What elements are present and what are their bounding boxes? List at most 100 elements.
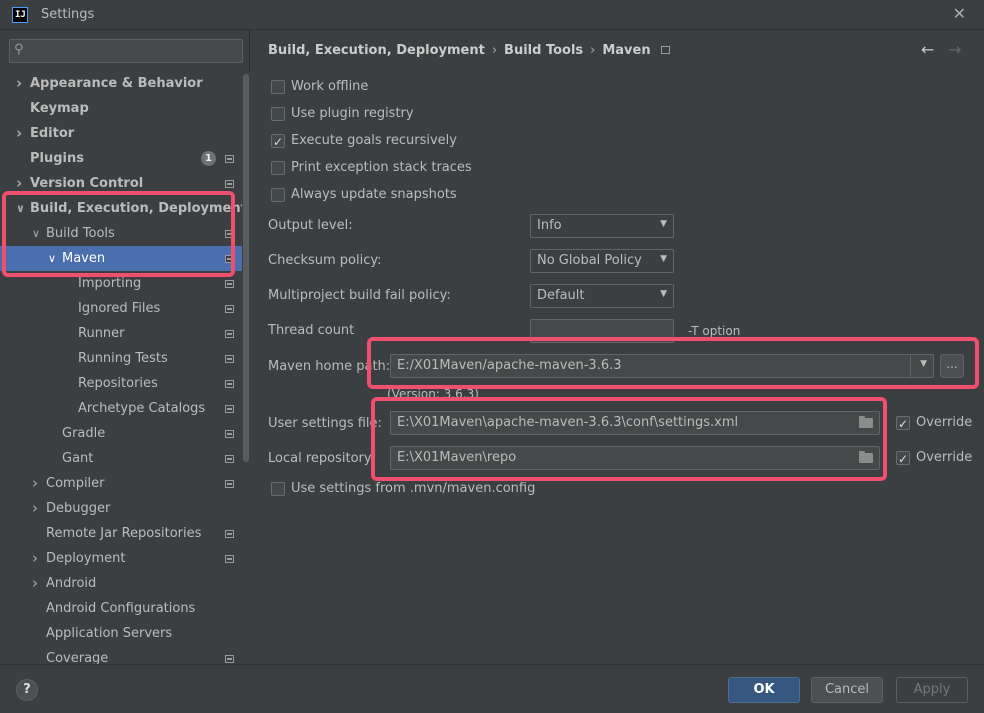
sidebar-item-label: Compiler — [46, 476, 105, 491]
breadcrumb-item: Build Tools — [504, 43, 584, 58]
sidebar-item-label: Gradle — [62, 426, 106, 441]
maven-home-path-dropdown[interactable]: E:/X01Maven/apache-maven-3.6.3 ▼ — [390, 354, 934, 378]
sidebar-item-editor[interactable]: › Editor — [0, 121, 242, 146]
use-mvn-config-checkbox[interactable] — [271, 482, 285, 496]
maven-home-browse-button[interactable]: ... — [940, 354, 964, 378]
sidebar-item-running-tests[interactable]: Running Tests — [0, 346, 242, 371]
thread-count-input[interactable] — [530, 319, 674, 343]
settings-sidebar: ⚲ › Appearance & Behavior Keymap › Editor Plu… — [0, 30, 250, 666]
breadcrumb: Build, Execution, Deployment › Build Tools… — [268, 43, 670, 58]
sidebar-item-label: Repositories — [78, 376, 158, 391]
sidebar-item-importing[interactable]: Importing — [0, 271, 242, 296]
sidebar-item-version-control[interactable]: › Version Control — [0, 171, 242, 196]
update-count-badge: 1 — [201, 151, 216, 166]
breadcrumb-item: Maven — [602, 43, 651, 58]
sidebar-item-build-tools[interactable]: ∨ Build Tools — [0, 221, 242, 246]
use-mvn-config-label: Use settings from .mvn/maven.config — [291, 481, 536, 496]
sidebar-item-label: Debugger — [46, 501, 111, 516]
settings-search-input[interactable] — [34, 42, 234, 60]
chevron-right-icon[interactable]: › — [16, 171, 22, 196]
chevron-right-icon[interactable]: › — [16, 121, 22, 146]
help-button[interactable]: ? — [16, 679, 38, 701]
cancel-button[interactable]: Cancel — [811, 677, 883, 703]
chevron-down-icon[interactable]: ∨ — [32, 221, 40, 246]
user-settings-file-value: E:\X01Maven\apache-maven-3.6.3\conf\sett… — [397, 415, 739, 430]
sidebar-item-archetype-catalogs[interactable]: Archetype Catalogs — [0, 396, 242, 421]
print-exception-stack-traces-checkbox[interactable] — [271, 161, 285, 175]
project-level-icon — [225, 555, 234, 563]
print-exception-stack-traces-label: Print exception stack traces — [291, 160, 472, 175]
sidebar-item-label: Android Configurations — [46, 601, 196, 616]
sidebar-item-android-configurations[interactable]: Android Configurations — [0, 596, 242, 621]
folder-icon[interactable] — [859, 416, 873, 428]
always-update-snapshots-label: Always update snapshots — [291, 187, 457, 202]
sidebar-item-deployment[interactable]: › Deployment — [0, 546, 242, 571]
work-offline-checkbox[interactable] — [271, 80, 285, 94]
project-level-icon — [225, 430, 234, 438]
sidebar-item-build-execution-deployment[interactable]: ∨ Build, Execution, Deployment — [0, 196, 247, 221]
use-plugin-registry-label: Use plugin registry — [291, 106, 414, 121]
fail-policy-dropdown[interactable]: Default ▼ — [530, 284, 674, 308]
user-settings-file-label: User settings file: — [268, 416, 382, 431]
sidebar-item-ignored-files[interactable]: Ignored Files — [0, 296, 242, 321]
execute-goals-recursively-checkbox[interactable] — [271, 132, 285, 152]
user-settings-override-checkbox[interactable] — [896, 414, 910, 434]
maven-home-path-value: E:/X01Maven/apache-maven-3.6.3 — [397, 358, 622, 373]
local-repo-override-label: Override — [916, 450, 973, 465]
maven-version-text: (Version: 3.6.3) — [387, 387, 479, 401]
local-repository-input[interactable]: E:\X01Maven\repo — [390, 446, 880, 470]
sidebar-item-label: Gant — [62, 451, 94, 466]
local-repo-override-checkbox[interactable] — [896, 449, 910, 469]
chevron-right-icon[interactable]: › — [16, 71, 22, 96]
settings-search-box[interactable]: ⚲ — [9, 39, 243, 63]
sidebar-item-label: Build Tools — [46, 226, 115, 241]
sidebar-item-android[interactable]: › Android — [0, 571, 242, 596]
sidebar-item-plugins[interactable]: Plugins 1 — [0, 146, 242, 171]
chevron-down-icon[interactable]: ∨ — [16, 196, 25, 221]
breadcrumb-separator: › — [590, 43, 596, 58]
apply-button[interactable]: Apply — [896, 677, 968, 703]
sidebar-item-gant[interactable]: Gant — [0, 446, 242, 471]
sidebar-item-application-servers[interactable]: Application Servers — [0, 621, 242, 646]
sidebar-item-repositories[interactable]: Repositories — [0, 371, 242, 396]
sidebar-item-maven[interactable]: ∨ Maven — [0, 246, 242, 271]
sidebar-item-label: Plugins — [30, 151, 84, 166]
sidebar-item-label: Appearance & Behavior — [30, 76, 203, 91]
project-level-icon — [225, 480, 234, 488]
sidebar-scrollbar-thumb[interactable] — [243, 74, 249, 462]
project-level-icon — [225, 280, 234, 288]
always-update-snapshots-checkbox[interactable] — [271, 188, 285, 202]
chevron-right-icon[interactable]: › — [32, 496, 38, 521]
dropdown-separator — [910, 355, 911, 377]
folder-icon[interactable] — [859, 451, 873, 463]
chevron-right-icon[interactable]: › — [32, 471, 38, 496]
execute-goals-recursively-label: Execute goals recursively — [291, 133, 457, 148]
user-settings-file-input[interactable]: E:\X01Maven\apache-maven-3.6.3\conf\sett… — [390, 411, 880, 435]
sidebar-item-appearance-behavior[interactable]: › Appearance & Behavior — [0, 71, 242, 96]
project-level-icon — [225, 230, 234, 238]
output-level-label: Output level: — [268, 218, 353, 233]
sidebar-item-remote-jar-repositories[interactable]: Remote Jar Repositories — [0, 521, 242, 546]
settings-tree: › Appearance & Behavior Keymap › Editor Plugi… — [0, 71, 247, 671]
sidebar-item-keymap[interactable]: Keymap — [0, 96, 242, 121]
ok-button[interactable]: OK — [728, 677, 800, 703]
forward-arrow-icon[interactable]: → — [948, 40, 961, 59]
back-arrow-icon[interactable]: ← — [921, 40, 934, 59]
output-level-dropdown[interactable]: Info ▼ — [530, 214, 674, 238]
chevron-down-icon: ▼ — [660, 254, 667, 264]
sidebar-item-runner[interactable]: Runner — [0, 321, 242, 346]
chevron-down-icon[interactable]: ∨ — [48, 246, 56, 271]
sidebar-item-gradle[interactable]: Gradle — [0, 421, 242, 446]
thread-count-hint: -T option — [688, 324, 741, 338]
sidebar-item-label: Deployment — [46, 551, 126, 566]
checksum-policy-dropdown[interactable]: No Global Policy ▼ — [530, 249, 674, 273]
sidebar-item-label: Running Tests — [78, 351, 168, 366]
sidebar-item-debugger[interactable]: › Debugger — [0, 496, 242, 521]
chevron-right-icon[interactable]: › — [32, 571, 38, 596]
chevron-down-icon: ▼ — [660, 289, 667, 299]
project-level-icon — [225, 655, 234, 663]
use-plugin-registry-checkbox[interactable] — [271, 107, 285, 121]
sidebar-item-compiler[interactable]: › Compiler — [0, 471, 242, 496]
chevron-right-icon[interactable]: › — [32, 546, 38, 571]
close-icon[interactable]: ✕ — [953, 4, 966, 23]
